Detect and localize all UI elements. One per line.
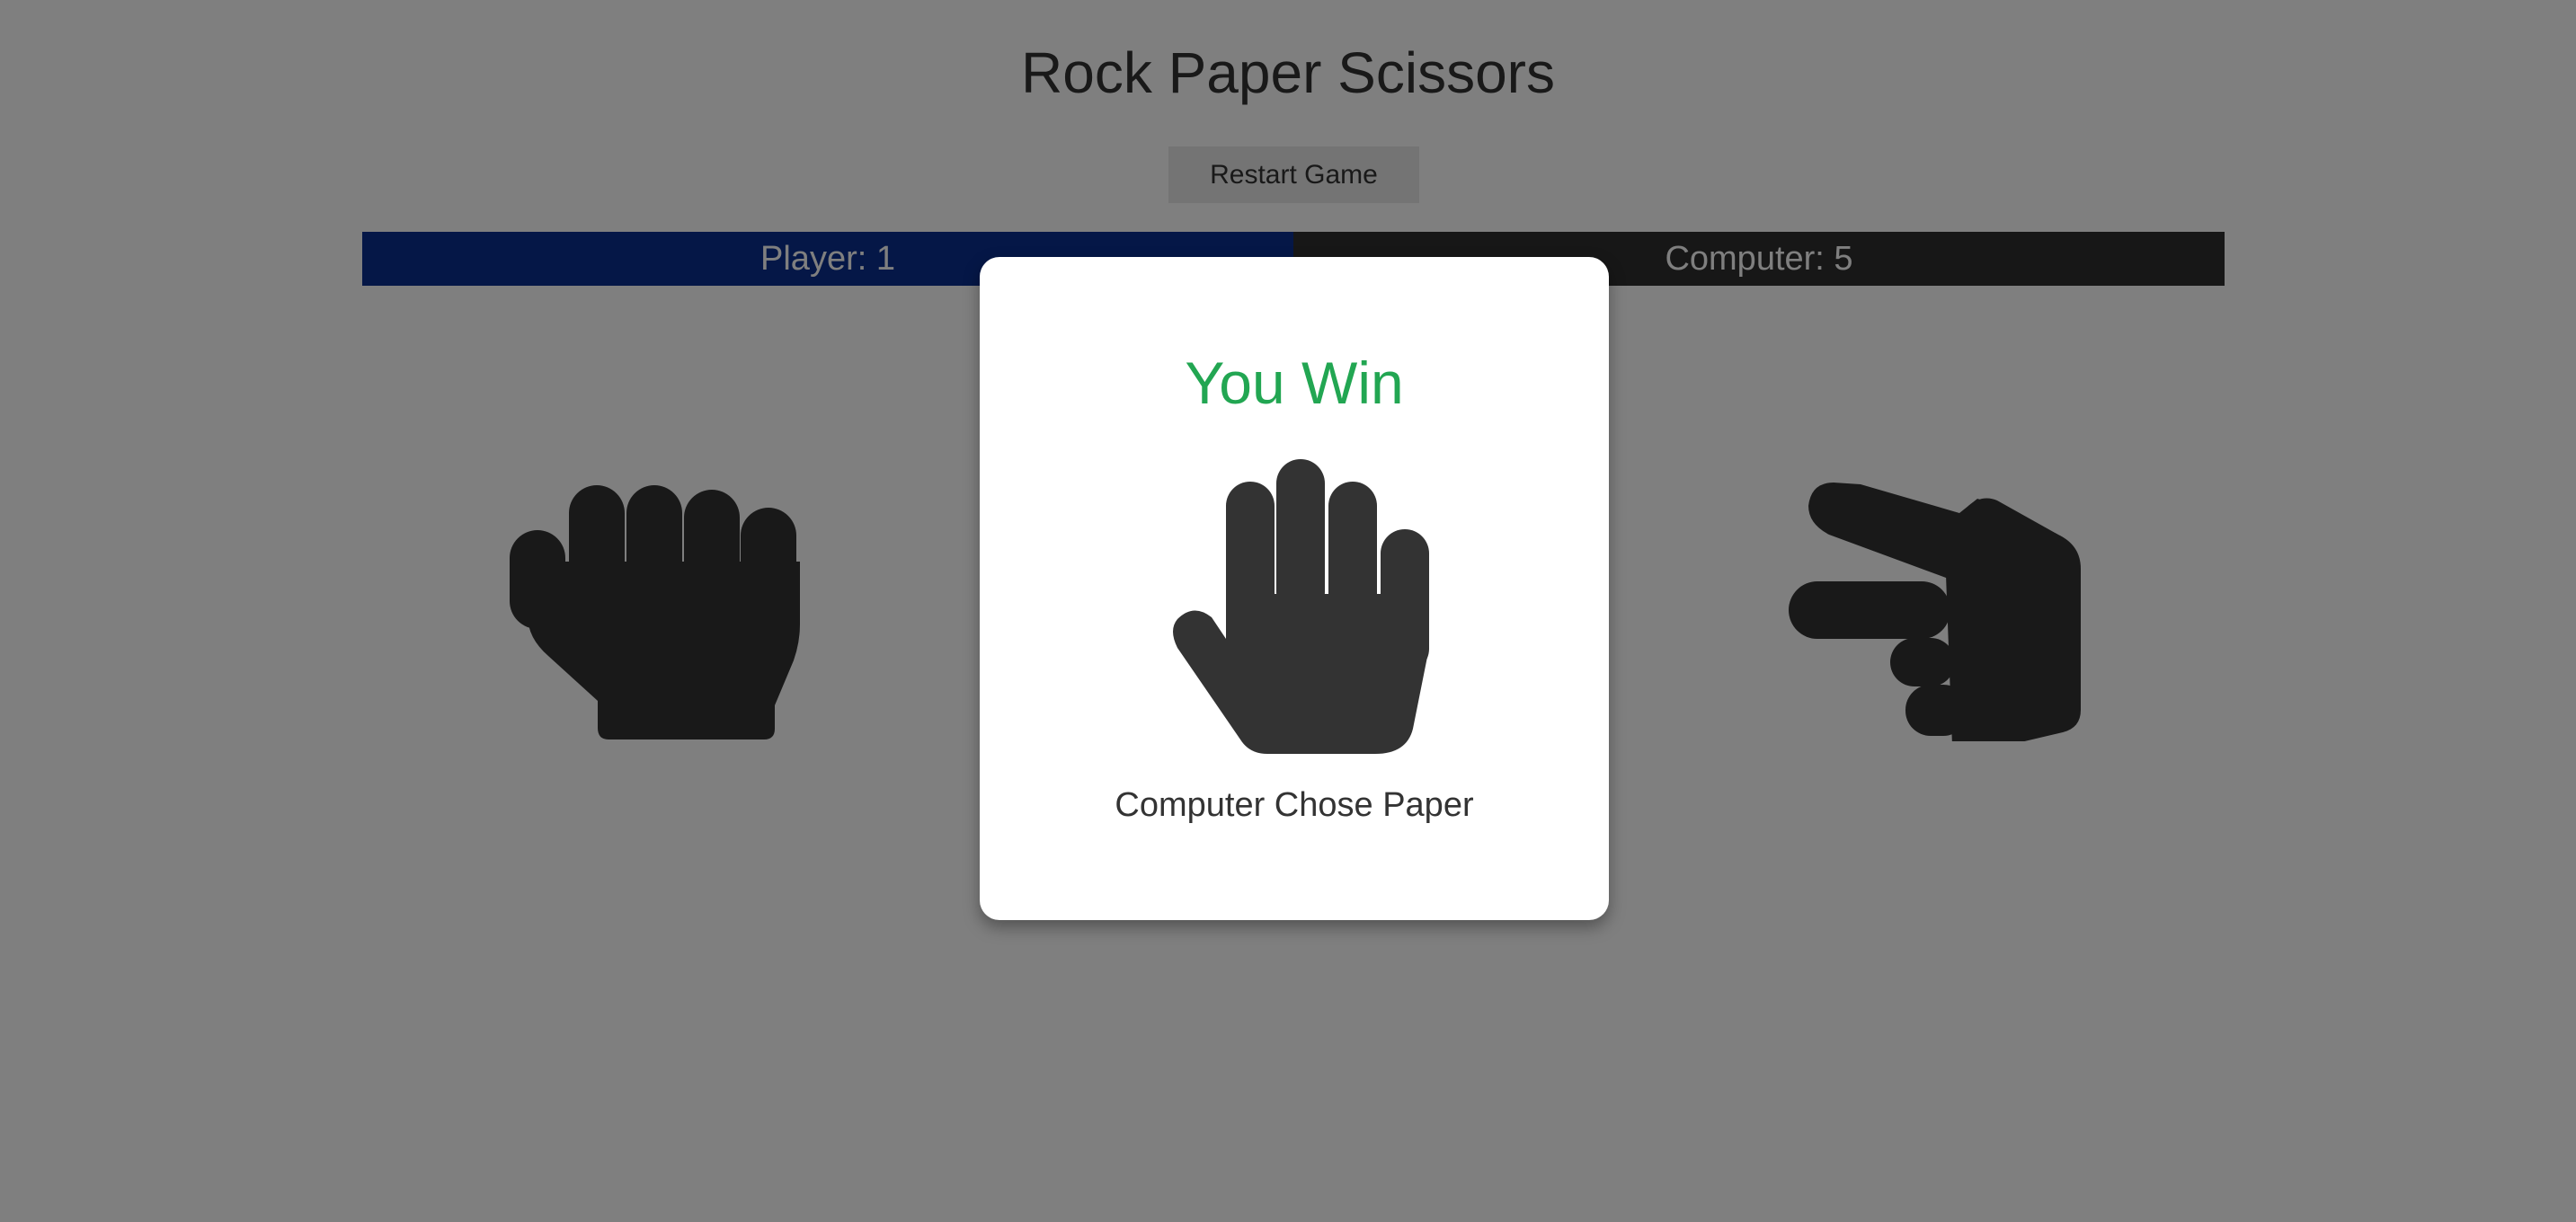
computer-choice-text: Computer Chose Paper <box>980 783 1609 828</box>
hand-paper-icon <box>1173 459 1429 754</box>
result-text: You Win <box>1185 350 1404 416</box>
computer-choice-prefix: Computer Chose <box>1115 786 1383 824</box>
game-page: Rock Paper Scissors Restart Game Player:… <box>0 0 2576 1222</box>
computer-choice-name: Paper <box>1382 786 1474 824</box>
result-modal: You Win Computer Chose Paper <box>980 257 1609 920</box>
